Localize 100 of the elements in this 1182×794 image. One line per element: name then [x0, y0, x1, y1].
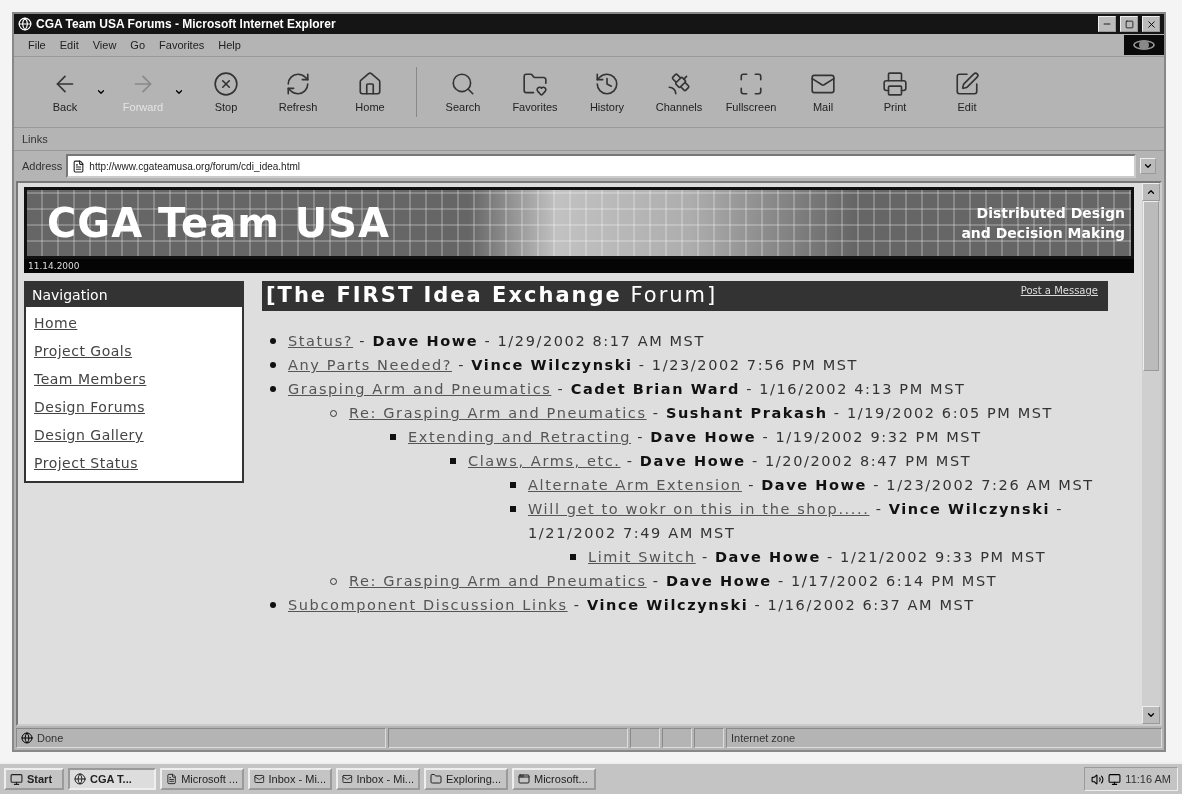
- post-entry: Limit Switch - Dave Howe - 1/21/2002 9:33 PM MST: [588, 548, 1047, 567]
- toolbar-button[interactable]: Edit: [931, 71, 1003, 113]
- bullet-icon: [390, 434, 396, 440]
- taskbar-button[interactable]: Exploring...: [424, 768, 508, 790]
- close-button[interactable]: [1142, 16, 1160, 32]
- toolbar-button[interactable]: Mail: [787, 71, 859, 113]
- post-message-link[interactable]: Post a Message: [1020, 285, 1098, 296]
- bullet-icon: [270, 362, 276, 368]
- post-entry: Any Parts Needed? - Vince Wilczynski - 1/23/2002 7:56 PM MST: [288, 356, 859, 375]
- toolbar-button[interactable]: Stop: [190, 71, 262, 113]
- toolbar-button[interactable]: Print: [859, 71, 931, 113]
- site-title: CGA Team USA: [47, 200, 390, 246]
- post-link[interactable]: Extending and Retracting: [408, 429, 632, 445]
- links-label: Links: [22, 133, 48, 145]
- post-link[interactable]: Subcomponent Discussion Links: [288, 597, 568, 613]
- app-icon: [430, 773, 442, 785]
- post-entry: Re: Grasping Arm and Pneumatics - Sushant Prakash - 1/19/2002 6:05 PM MST: [349, 404, 1054, 423]
- speaker-icon: [1091, 772, 1105, 786]
- menu-item[interactable]: View: [92, 39, 117, 51]
- tagline: and Decision Making: [961, 224, 1125, 243]
- post-link[interactable]: Any Parts Needed?: [288, 357, 452, 373]
- banner-date: 11.14.2000: [28, 261, 80, 271]
- toolbar-button[interactable]: Channels: [643, 71, 715, 113]
- nav-link[interactable]: Design Gallery: [34, 427, 234, 443]
- menu-item[interactable]: Help: [218, 39, 241, 51]
- start-button[interactable]: Start: [4, 768, 64, 790]
- toolbar-button[interactable]: Favorites: [499, 71, 571, 113]
- zone-text: Internet zone: [731, 732, 796, 744]
- taskbar-button[interactable]: Inbox - Mi...: [248, 768, 332, 790]
- scroll-up-button[interactable]: [1142, 183, 1160, 201]
- bullet-icon: [510, 506, 516, 512]
- nav-link[interactable]: Home: [34, 315, 234, 331]
- toolbar-button[interactable]: Back: [34, 71, 96, 113]
- stop-icon: [213, 71, 239, 97]
- toolbar-button[interactable]: Refresh: [262, 71, 334, 113]
- home-icon: [357, 71, 383, 97]
- refresh-icon: [285, 71, 311, 97]
- folder-icon: [522, 71, 548, 97]
- post-entry: Re: Grasping Arm and Pneumatics - Dave Howe - 1/17/2002 6:14 PM MST: [349, 572, 998, 591]
- post-link[interactable]: Will get to wokr on this in the shop.....: [528, 501, 870, 517]
- caret-icon: [1146, 710, 1156, 720]
- post-entry: Subcomponent Discussion Links - Vince Wilczynski - 1/16/2002 6:37 AM MST: [288, 596, 975, 615]
- tagline: Distributed Design: [976, 204, 1125, 223]
- close-icon: [1145, 18, 1157, 30]
- menu-item[interactable]: Edit: [59, 39, 79, 51]
- menu-item[interactable]: Favorites: [159, 39, 205, 51]
- post-link[interactable]: Limit Switch: [588, 549, 696, 565]
- post-link[interactable]: Status?: [288, 333, 354, 349]
- bullet-icon: [270, 338, 276, 344]
- forum-title: [The FIRST Idea Exchange Forum]: [266, 283, 718, 307]
- maximize-icon: [1124, 19, 1134, 29]
- dropdown-button[interactable]: [1140, 158, 1156, 174]
- nav-link[interactable]: Team Members: [34, 371, 234, 387]
- bullet-icon: [270, 602, 276, 608]
- toolbar-button[interactable]: Home: [334, 71, 406, 113]
- taskbar-button[interactable]: CGA T...: [68, 768, 156, 790]
- menu-item[interactable]: Go: [130, 39, 146, 51]
- app-icon: [166, 773, 178, 785]
- toolbar-button[interactable]: Fullscreen: [715, 71, 787, 113]
- navigation-heading: Navigation: [26, 283, 242, 307]
- post-entry: Status? - Dave Howe - 1/29/2002 8:17 AM MST: [288, 332, 705, 351]
- scrollbar[interactable]: [1142, 183, 1160, 724]
- app-icon: [74, 773, 86, 785]
- toolbar-button[interactable]: Search: [427, 71, 499, 113]
- toolbar-button[interactable]: History: [571, 71, 643, 113]
- search-icon: [450, 71, 476, 97]
- post-link[interactable]: Grasping Arm and Pneumatics: [288, 381, 552, 397]
- scroll-down-button[interactable]: [1142, 706, 1160, 724]
- taskbar-button[interactable]: Microsoft ...: [160, 768, 244, 790]
- taskbar-button[interactable]: Microsoft...: [512, 768, 596, 790]
- post-link[interactable]: Re: Grasping Arm and Pneumatics: [349, 573, 647, 589]
- post-entry: Alternate Arm Extension - Dave Howe - 1/23/2002 7:26 AM MST: [528, 476, 1094, 495]
- status-text: Done: [37, 732, 64, 744]
- status-pane: [630, 728, 660, 748]
- post-entry: Will get to wokr on this in the shop..... - Vince Wilczynski - 1/21/2002 7:49 AM MST: [528, 500, 1065, 543]
- status-pane: [662, 728, 692, 748]
- caret-icon: [1146, 187, 1156, 197]
- post-entry: Extending and Retracting - Dave Howe - 1/19/2002 9:32 PM MST: [408, 428, 982, 447]
- globe-icon: [21, 732, 33, 744]
- post-entry: Grasping Arm and Pneumatics - Cadet Brian Ward - 1/16/2002 4:13 PM MST: [288, 380, 966, 399]
- nav-link[interactable]: Project Status: [34, 455, 234, 471]
- taskbar-button[interactable]: Inbox - Mi...: [336, 768, 420, 790]
- bullet-icon: [450, 458, 456, 464]
- caret-icon[interactable]: [96, 87, 106, 97]
- nav-link[interactable]: Design Forums: [34, 399, 234, 415]
- address-field[interactable]: http://www.cgateamusa.org/forum/cdi_idea.html: [66, 154, 1136, 178]
- minimize-button[interactable]: [1098, 16, 1116, 32]
- nav-link[interactable]: Project Goals: [34, 343, 234, 359]
- scroll-thumb[interactable]: [1143, 201, 1159, 371]
- post-link[interactable]: Claws, Arms, etc.: [468, 453, 621, 469]
- monitor-icon: [1108, 772, 1122, 786]
- caret-icon: [1143, 161, 1153, 171]
- menu-item[interactable]: File: [28, 39, 46, 51]
- status-pane: [694, 728, 724, 748]
- caret-icon[interactable]: [174, 87, 184, 97]
- maximize-button[interactable]: [1120, 16, 1138, 32]
- clock: 11:16 AM: [1125, 773, 1171, 785]
- post-link[interactable]: Re: Grasping Arm and Pneumatics: [349, 405, 647, 421]
- post-link[interactable]: Alternate Arm Extension: [528, 477, 742, 493]
- post-entry: Claws, Arms, etc. - Dave Howe - 1/20/2002 8:47 PM MST: [468, 452, 972, 471]
